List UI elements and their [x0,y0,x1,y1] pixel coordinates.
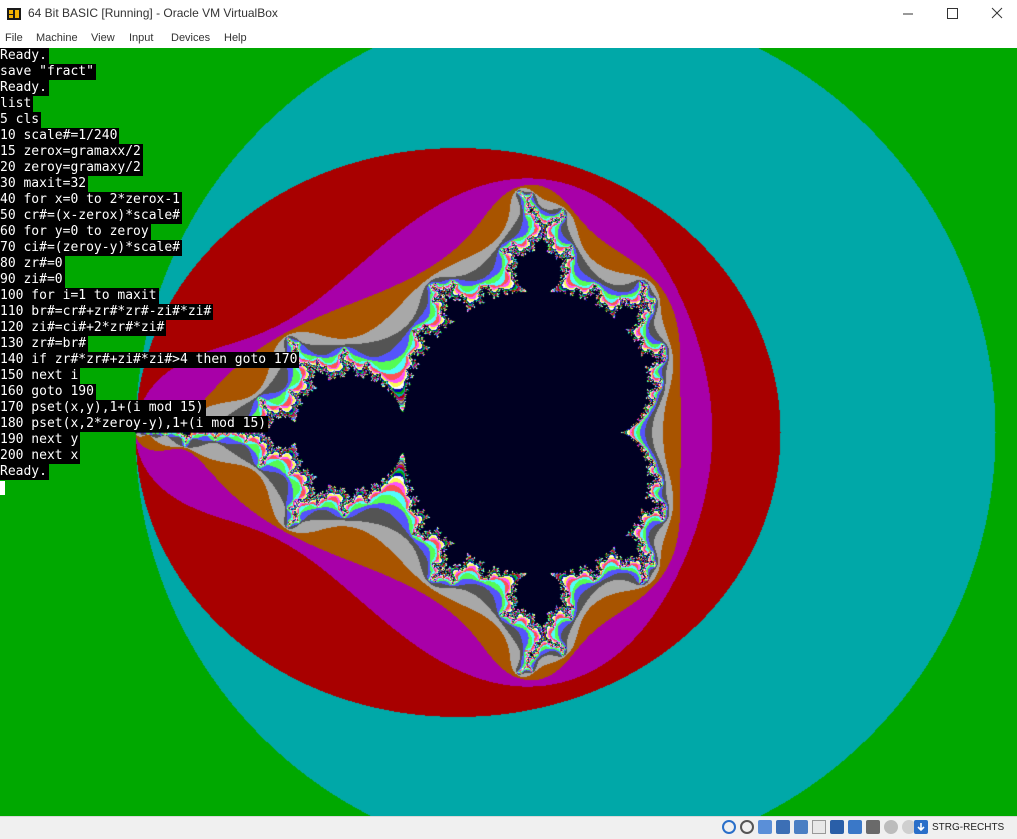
console-line: 20 zeroy=gramaxy/2 [0,160,143,176]
network-icon[interactable] [776,820,790,834]
maximize-button[interactable] [930,0,976,28]
menu-bar: File Machine View Input Devices Help [0,28,1017,48]
mandelbrot-fractal [0,48,1017,816]
host-key-arrow-icon [914,820,928,834]
host-key-label: STRG-RECHTS [932,822,1005,833]
console-line: 15 zerox=gramaxx/2 [0,144,143,160]
hard-disk-icon[interactable] [722,820,736,834]
title-bar: 64 Bit BASIC [Running] - Oracle VM Virtu… [0,0,1017,28]
console-line: Ready. [0,48,49,64]
console-line: 170 pset(x,y),1+(i mod 15) [0,400,206,416]
console-line: 60 for y=0 to zeroy [0,224,151,240]
console-line: 110 br#=cr#+zr#*zr#-zi#*zi# [0,304,214,320]
menu-input[interactable]: Input [129,32,153,44]
window-title: 64 Bit BASIC [Running] - Oracle VM Virtu… [28,6,278,20]
mouse-integration-icon[interactable] [884,820,898,834]
console-line: 180 pset(x,2*zeroy-y),1+(i mod 15) [0,416,269,432]
console-line: 140 if zr#*zr#+zi#*zi#>4 then goto 170 [0,352,300,368]
text-cursor [0,481,5,495]
audio-icon[interactable] [758,820,772,834]
console-line: 130 zr#=br# [0,336,89,352]
console-line: 70 ci#=(zeroy-y)*scale# [0,240,183,256]
usb-icon[interactable] [794,820,808,834]
menu-devices[interactable]: Devices [171,32,210,44]
console-line: 200 next x [0,448,81,464]
cpu-icon[interactable] [866,820,880,834]
menu-help[interactable]: Help [224,32,247,44]
console-line: 100 for i=1 to maxit [0,288,159,304]
console-line: 50 cr#=(x-zerox)*scale# [0,208,183,224]
video-capture-icon[interactable] [848,820,862,834]
console-line: 5 cls [0,112,42,128]
optical-drive-icon[interactable] [740,820,754,834]
vm-display[interactable]: Ready. save "fract" Ready. list 5 cls 10 scal… [0,48,1017,816]
menu-machine[interactable]: Machine [36,32,78,44]
console-line: 40 for x=0 to 2*zerox-1 [0,192,183,208]
console-line: 190 next y [0,432,81,448]
minimize-button[interactable] [885,0,931,28]
console-line: 80 zr#=0 [0,256,65,272]
menu-file[interactable]: File [5,32,23,44]
console-line: 160 goto 190 [0,384,96,400]
shared-folders-icon[interactable] [812,820,826,834]
console-line: list [0,96,34,112]
console-line: 120 zi#=ci#+2*zr#*zi# [0,320,167,336]
display-icon[interactable] [830,820,844,834]
close-button[interactable] [975,0,1017,28]
console-line: Ready. [0,80,49,96]
console-line: 30 maxit=32 [0,176,89,192]
status-bar: STRG-RECHTS [0,816,1017,839]
console-line: 10 scale#=1/240 [0,128,120,144]
menu-view[interactable]: View [91,32,115,44]
virtualbox-app-icon[interactable] [6,6,22,22]
console-line: 90 zi#=0 [0,272,65,288]
console-line: Ready. [0,464,49,480]
console-line: 150 next i [0,368,81,384]
console-line: save "fract" [0,64,96,80]
